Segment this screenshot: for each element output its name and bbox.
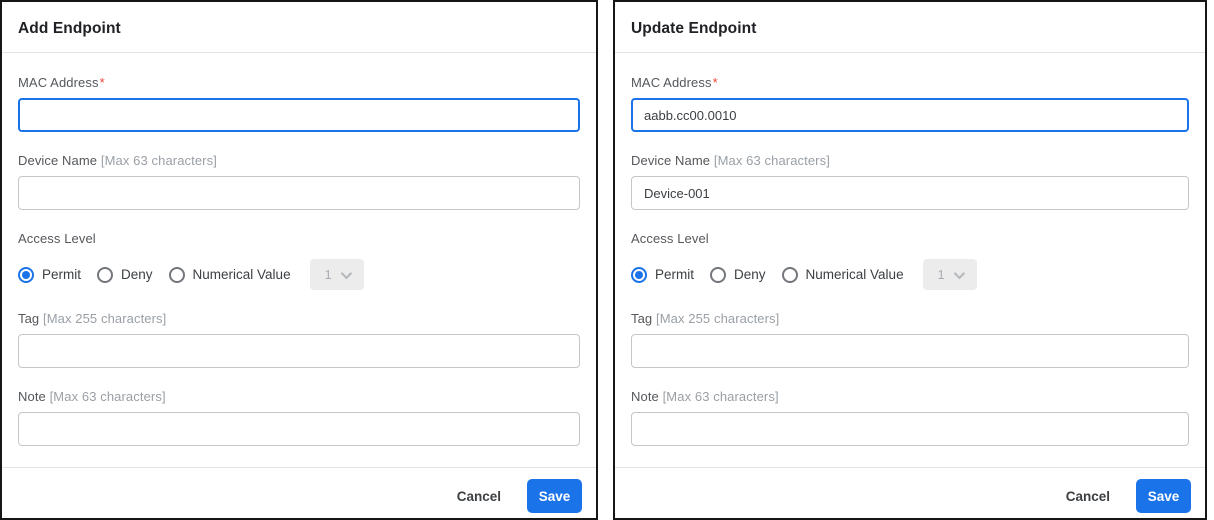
mac-address-label: MAC Address* xyxy=(18,75,580,90)
update-endpoint-dialog: Update Endpoint MAC Address* Device Name… xyxy=(613,0,1207,520)
radio-icon xyxy=(631,267,647,283)
note-field-group: Note [Max 63 characters] xyxy=(18,389,580,446)
radio-icon xyxy=(782,267,798,283)
chevron-down-icon xyxy=(953,267,964,278)
device-name-field-group: Device Name [Max 63 characters] xyxy=(18,153,580,210)
dialog-header: Add Endpoint xyxy=(2,2,596,53)
dialog-body: MAC Address* Device Name [Max 63 charact… xyxy=(2,53,596,467)
radio-icon xyxy=(710,267,726,283)
device-name-label: Device Name [Max 63 characters] xyxy=(631,153,1189,168)
dialog-footer: Cancel Save xyxy=(615,467,1205,520)
mac-address-field-group: MAC Address* xyxy=(631,75,1189,132)
access-level-field-group: Access Level Permit Deny Numerical Value xyxy=(631,231,1189,290)
numerical-value-select: 1 xyxy=(923,259,977,290)
access-level-radio-row: Permit Deny Numerical Value 1 xyxy=(18,259,580,290)
note-label: Note [Max 63 characters] xyxy=(631,389,1189,404)
tag-field-group: Tag [Max 255 characters] xyxy=(18,311,580,368)
radio-permit[interactable]: Permit xyxy=(18,267,81,283)
device-name-input[interactable] xyxy=(18,176,580,210)
dialog-footer: Cancel Save xyxy=(2,467,596,520)
device-name-label: Device Name [Max 63 characters] xyxy=(18,153,580,168)
tag-field-group: Tag [Max 255 characters] xyxy=(631,311,1189,368)
radio-permit[interactable]: Permit xyxy=(631,267,694,283)
note-input[interactable] xyxy=(631,412,1189,446)
save-button[interactable]: Save xyxy=(527,479,582,513)
access-level-label: Access Level xyxy=(18,231,580,246)
dialog-title: Add Endpoint xyxy=(18,20,580,38)
max-chars-hint: [Max 63 characters] xyxy=(101,153,217,168)
chevron-down-icon xyxy=(340,267,351,278)
mac-address-input[interactable] xyxy=(18,98,580,132)
access-level-field-group: Access Level Permit Deny Numerical Value xyxy=(18,231,580,290)
mac-address-label: MAC Address* xyxy=(631,75,1189,90)
max-chars-hint: [Max 63 characters] xyxy=(50,389,166,404)
required-asterisk: * xyxy=(100,75,105,90)
radio-icon xyxy=(169,267,185,283)
radio-numerical-value[interactable]: Numerical Value xyxy=(169,267,291,283)
mac-address-field-group: MAC Address* xyxy=(18,75,580,132)
max-chars-hint: [Max 63 characters] xyxy=(714,153,830,168)
mac-address-input[interactable] xyxy=(631,98,1189,132)
max-chars-hint: [Max 255 characters] xyxy=(656,311,779,326)
note-input[interactable] xyxy=(18,412,580,446)
tag-label: Tag [Max 255 characters] xyxy=(18,311,580,326)
required-asterisk: * xyxy=(713,75,718,90)
note-field-group: Note [Max 63 characters] xyxy=(631,389,1189,446)
dialog-title: Update Endpoint xyxy=(631,20,1189,38)
access-level-label: Access Level xyxy=(631,231,1189,246)
radio-deny[interactable]: Deny xyxy=(97,267,153,283)
dialogs-container: Add Endpoint MAC Address* Device Name [M… xyxy=(0,0,1214,520)
device-name-field-group: Device Name [Max 63 characters] xyxy=(631,153,1189,210)
tag-label: Tag [Max 255 characters] xyxy=(631,311,1189,326)
numerical-value-select: 1 xyxy=(310,259,364,290)
device-name-input[interactable] xyxy=(631,176,1189,210)
radio-icon xyxy=(18,267,34,283)
tag-input[interactable] xyxy=(18,334,580,368)
radio-deny[interactable]: Deny xyxy=(710,267,766,283)
cancel-button[interactable]: Cancel xyxy=(453,483,505,510)
radio-icon xyxy=(97,267,113,283)
save-button[interactable]: Save xyxy=(1136,479,1191,513)
radio-numerical-value[interactable]: Numerical Value xyxy=(782,267,904,283)
add-endpoint-dialog: Add Endpoint MAC Address* Device Name [M… xyxy=(0,0,598,520)
note-label: Note [Max 63 characters] xyxy=(18,389,580,404)
dialog-header: Update Endpoint xyxy=(615,2,1205,53)
max-chars-hint: [Max 255 characters] xyxy=(43,311,166,326)
dialog-body: MAC Address* Device Name [Max 63 charact… xyxy=(615,53,1205,467)
cancel-button[interactable]: Cancel xyxy=(1062,483,1114,510)
access-level-radio-row: Permit Deny Numerical Value 1 xyxy=(631,259,1189,290)
tag-input[interactable] xyxy=(631,334,1189,368)
max-chars-hint: [Max 63 characters] xyxy=(663,389,779,404)
